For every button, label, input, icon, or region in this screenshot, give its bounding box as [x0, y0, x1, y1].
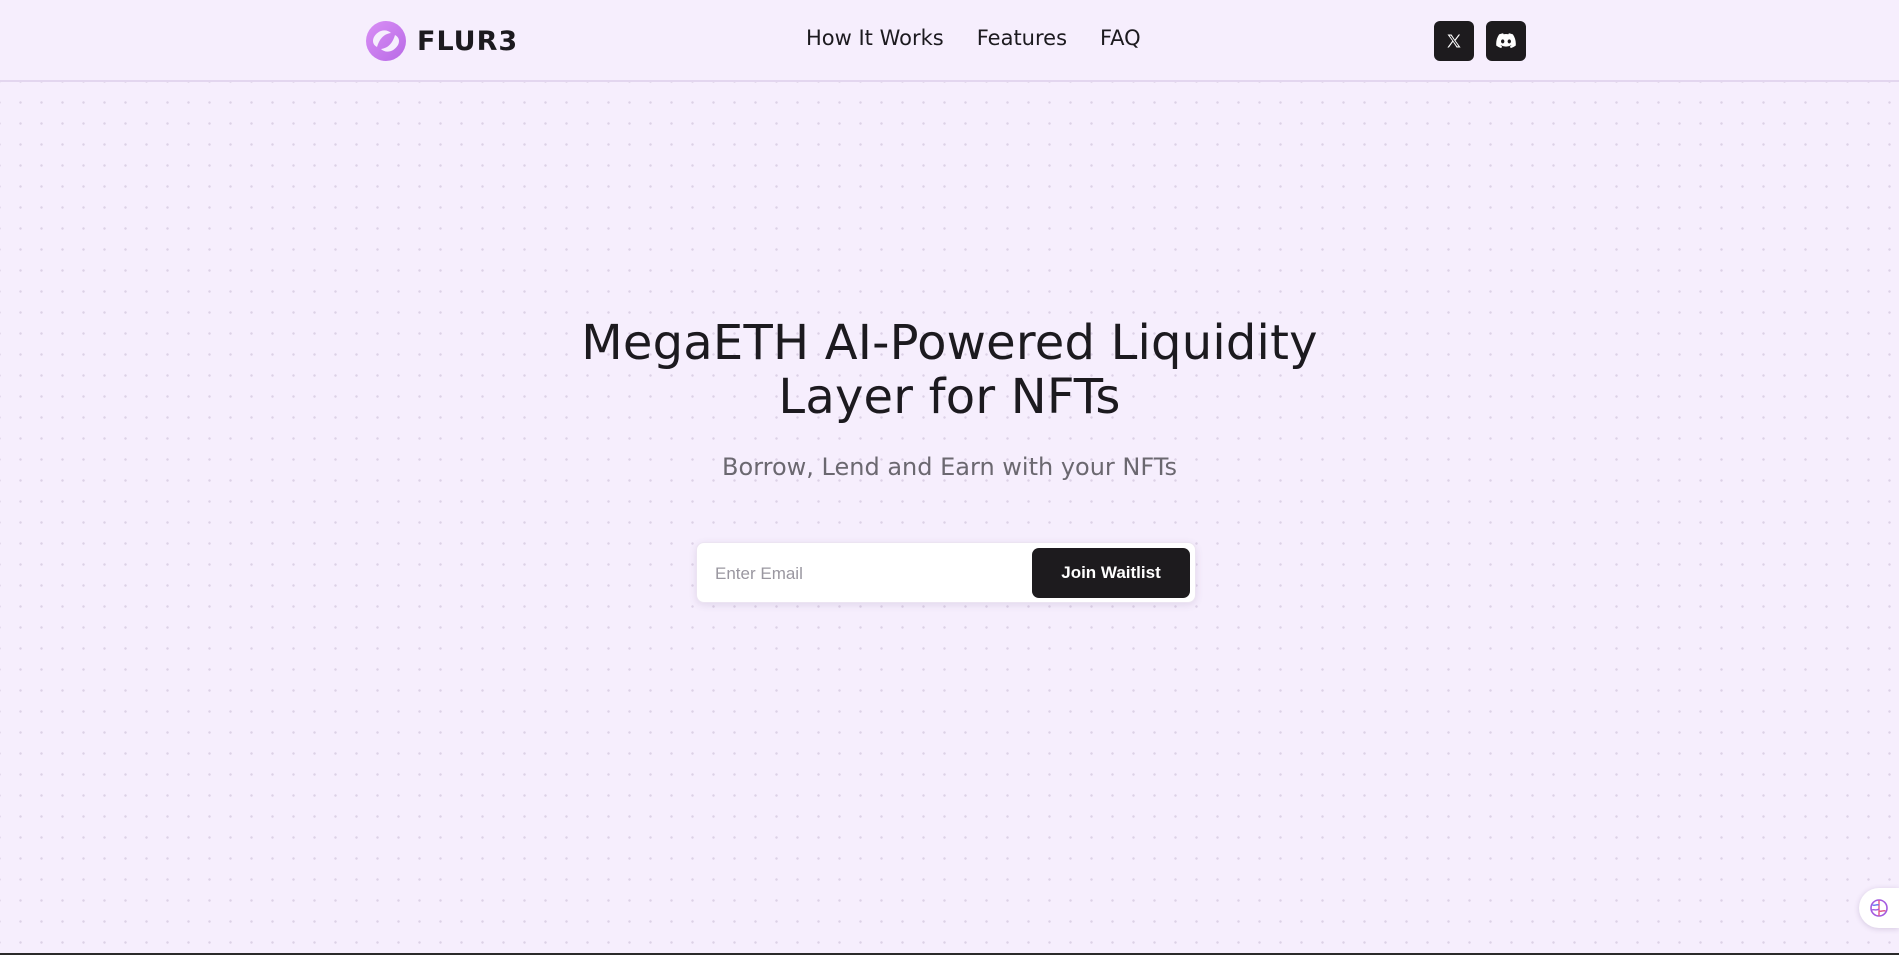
nav-link-faq[interactable]: FAQ [1100, 26, 1141, 50]
discord-social-button[interactable] [1486, 21, 1526, 61]
page: FLUR3 How It Works Features FAQ MegaETH … [0, 0, 1899, 955]
hero-title: MegaETH AI-Powered Liquidity Layer for N… [540, 316, 1360, 424]
hero-title-line-1: MegaETH AI-Powered Liquidity [581, 315, 1318, 371]
brand-logo[interactable]: FLUR3 [365, 20, 518, 62]
email-input[interactable] [713, 553, 1017, 595]
x-icon [1447, 34, 1461, 48]
discord-icon [1496, 33, 1516, 49]
x-social-button[interactable] [1434, 21, 1474, 61]
join-waitlist-button[interactable]: Join Waitlist [1032, 548, 1190, 598]
nav-link-features[interactable]: Features [977, 26, 1067, 50]
assistant-widget-button[interactable] [1859, 888, 1899, 928]
brand-name: FLUR3 [417, 25, 519, 57]
nav-link-how-it-works[interactable]: How It Works [806, 26, 944, 50]
hero-section: MegaETH AI-Powered Liquidity Layer for N… [0, 316, 1899, 481]
top-nav-bar: FLUR3 How It Works Features FAQ [0, 0, 1899, 82]
brain-icon [1870, 899, 1888, 917]
hero-title-line-2: Layer for NFTs [778, 369, 1121, 425]
main-nav: How It Works Features FAQ [806, 26, 1141, 50]
waitlist-form: Join Waitlist [696, 542, 1196, 603]
hero-subtitle: Borrow, Lend and Earn with your NFTs [722, 453, 1177, 481]
flur3-logo-icon [366, 21, 406, 61]
